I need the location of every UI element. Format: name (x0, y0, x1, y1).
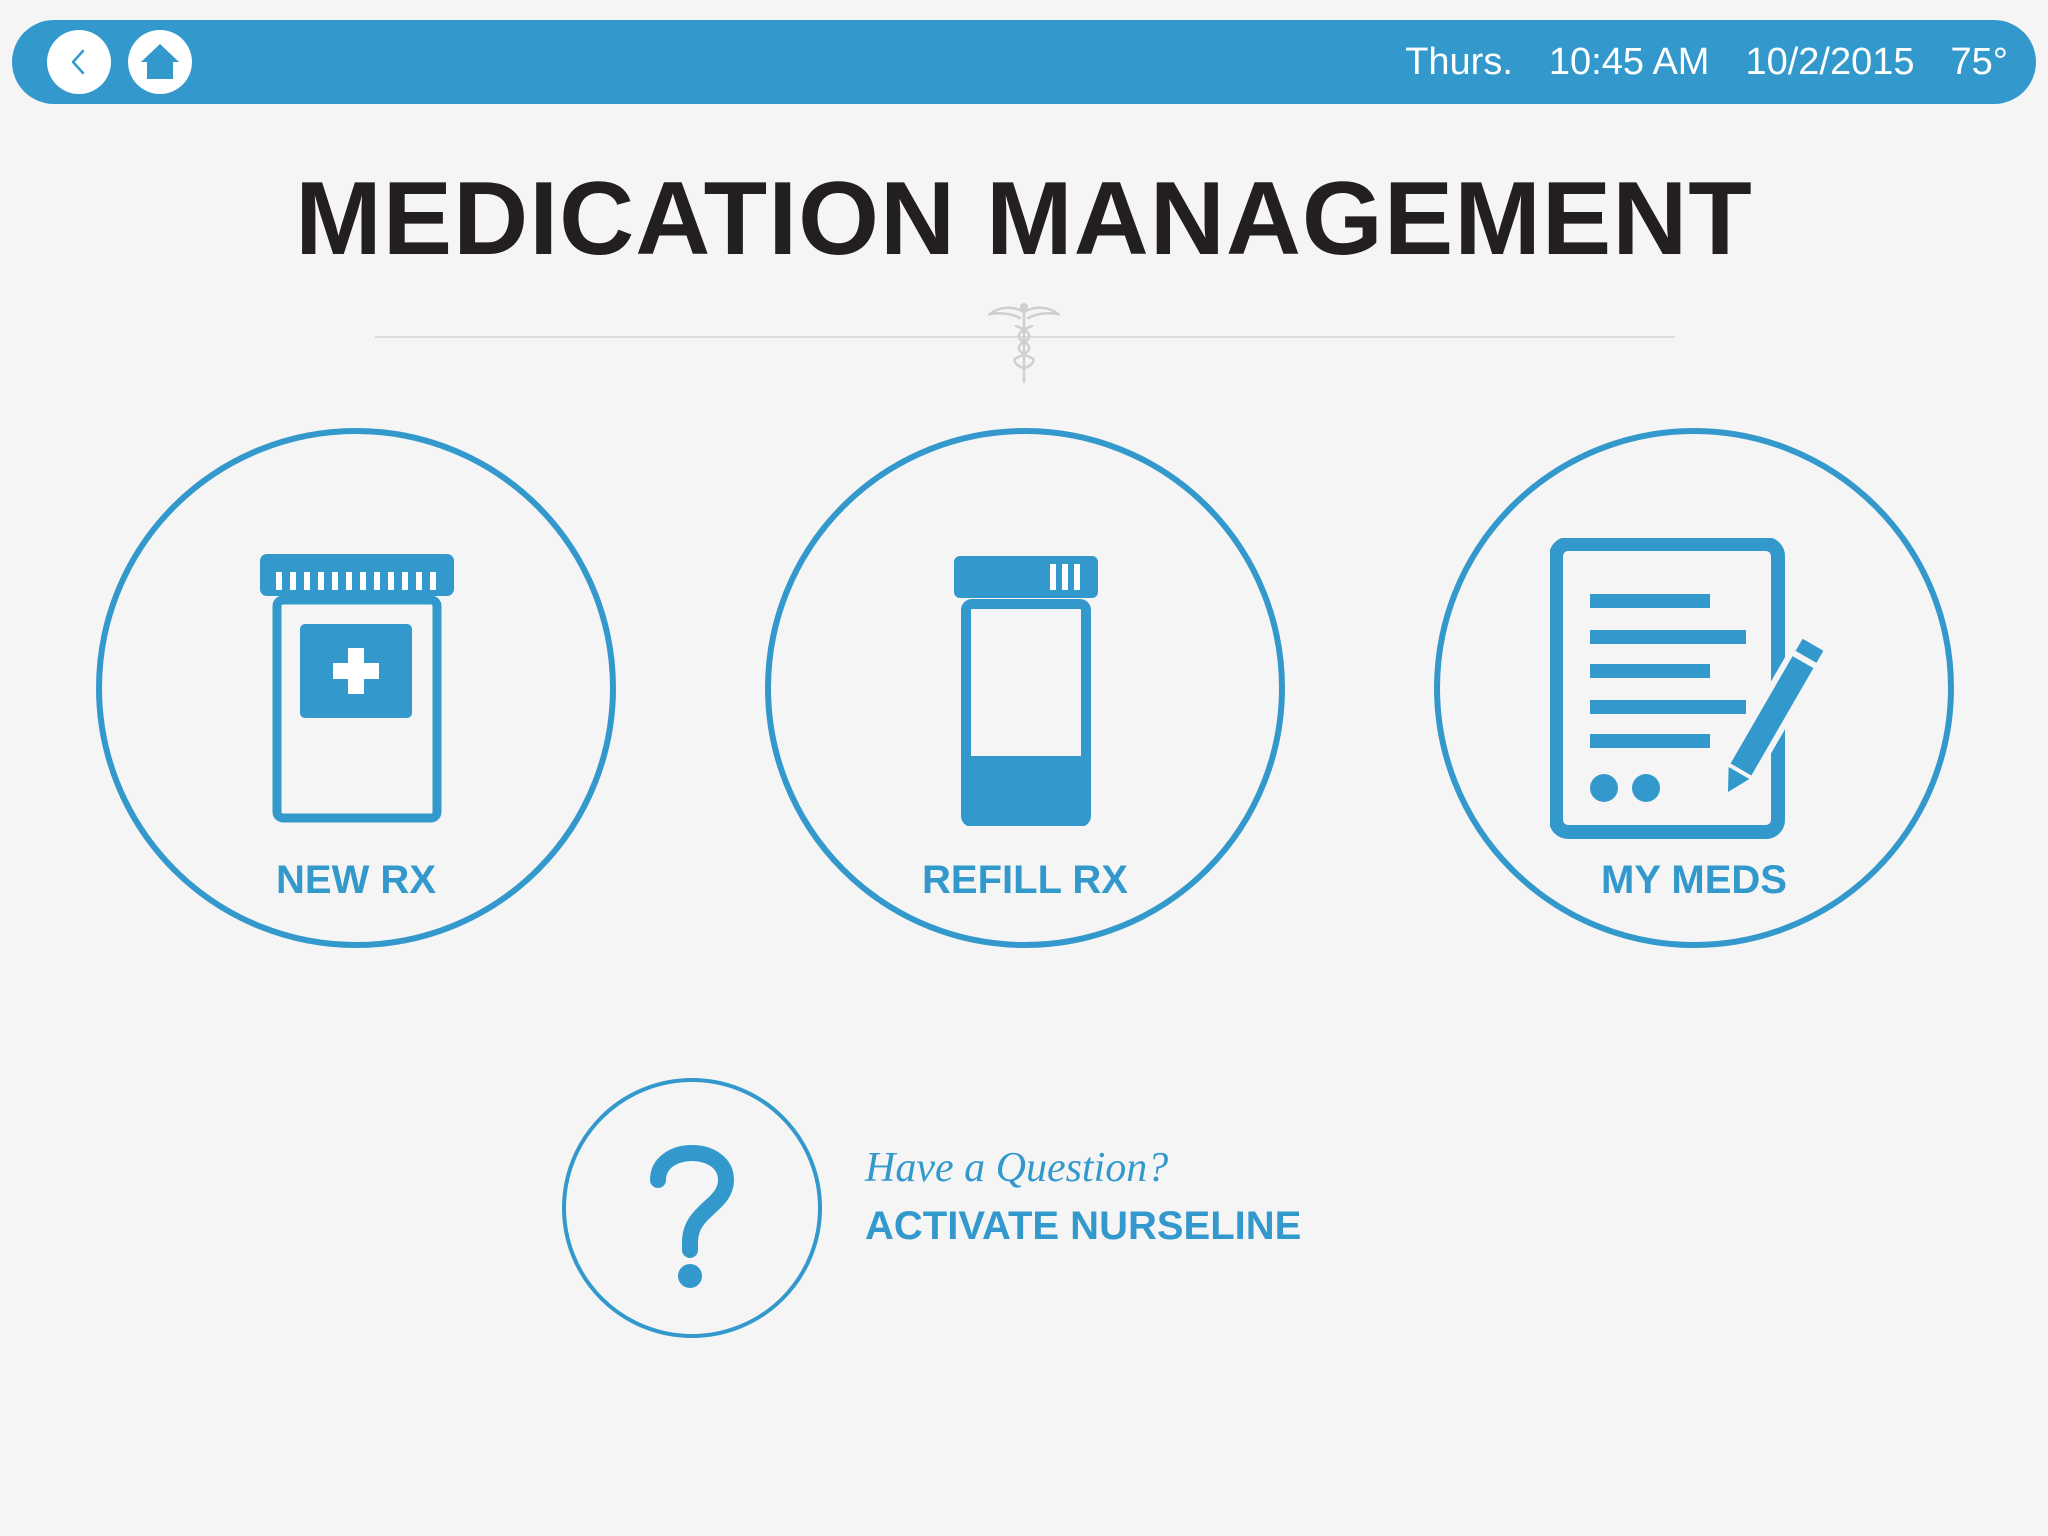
refill-rx-button[interactable]: REFILL RX (765, 428, 1285, 948)
time-label: 10:45 AM (1548, 40, 1710, 83)
new-rx-label: NEW RX (276, 858, 436, 902)
refill-rx-label: REFILL RX (922, 858, 1128, 902)
pill-bottle-icon (954, 556, 1098, 826)
home-button[interactable] (128, 30, 192, 94)
my-meds-label: MY MEDS (1601, 858, 1787, 902)
new-rx-button[interactable]: NEW RX (96, 428, 616, 948)
status-area: Thurs. 10:45 AM 10/2/2015 75° (1405, 20, 2008, 104)
day-label: Thurs. (1405, 40, 1513, 83)
temperature-label: 75° (1950, 40, 2008, 83)
question-mark-icon (650, 1145, 735, 1288)
pill-bottle-plus-icon (260, 554, 454, 823)
nurseline-button[interactable] (562, 1078, 822, 1338)
my-meds-button[interactable]: MY MEDS (1434, 428, 1954, 948)
activate-nurseline-link[interactable]: ACTIVATE NURSELINE (865, 1204, 1301, 1249)
back-button[interactable] (47, 30, 111, 94)
date-label: 10/2/2015 (1745, 40, 1915, 83)
chevron-left-icon (71, 49, 85, 75)
caduceus-icon (988, 303, 1060, 384)
page-title: MEDICATION MANAGEMENT (295, 161, 1753, 277)
help-subtitle: Have a Question? (865, 1145, 1169, 1191)
home-icon (141, 44, 179, 79)
top-bar: Thurs. 10:45 AM 10/2/2015 75° (12, 20, 2036, 104)
document-pencil-icon (1550, 538, 1841, 839)
